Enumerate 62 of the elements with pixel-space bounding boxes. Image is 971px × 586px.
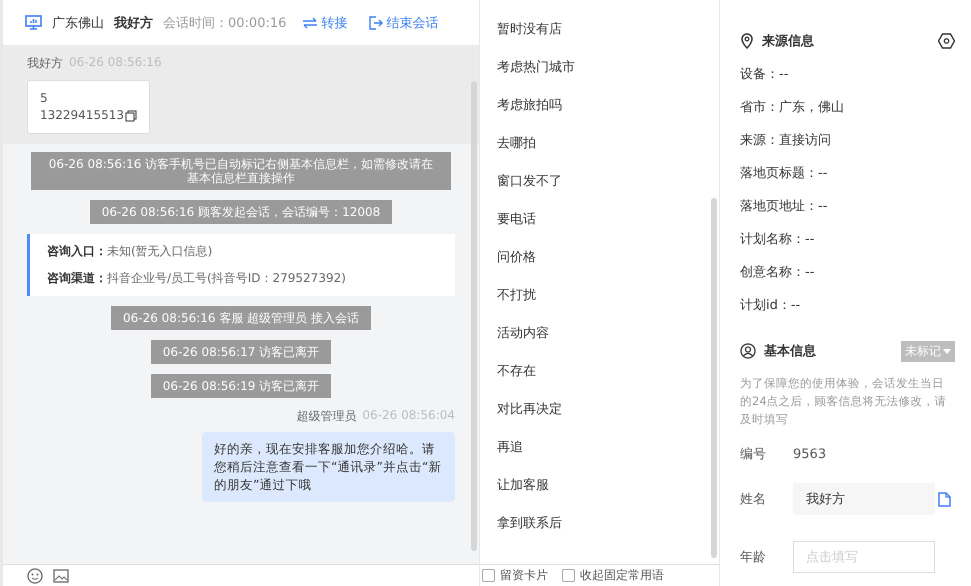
- input-field[interactable]: 我好方: [793, 483, 935, 515]
- visitor-location: 广东佛山: [52, 14, 104, 32]
- message-time: 06-26 08:56:04: [362, 408, 455, 424]
- entry-info-line: 咨询入口：未知(暂无入口信息): [47, 243, 214, 260]
- field-label: 年龄: [740, 549, 767, 566]
- transfer-button[interactable]: 转接: [302, 14, 348, 32]
- quick-reply-item[interactable]: 拿到联系后: [497, 514, 719, 552]
- quick-reply-item[interactable]: 活动内容: [497, 324, 719, 362]
- source-info-line: 计划名称：--: [740, 231, 816, 249]
- user-circle-icon: [740, 343, 756, 359]
- field-value: 9563: [793, 446, 826, 462]
- quick-reply-item[interactable]: 不存在: [497, 362, 719, 400]
- section-title: 基本信息: [764, 343, 817, 360]
- caret-icon: [943, 348, 951, 354]
- message-bubble: 5 13229415513: [27, 80, 150, 134]
- system-notice: 06-26 08:56:16 顾客发起会话，会话编号：12008: [90, 200, 392, 224]
- quick-reply-item[interactable]: 去哪拍: [497, 134, 719, 172]
- option-checkbox[interactable]: 收起固定常用语: [562, 567, 664, 584]
- emoji-icon[interactable]: [27, 568, 43, 584]
- scrollbar[interactable]: [711, 198, 717, 558]
- quick-reply-item[interactable]: 窗口发不了: [497, 172, 719, 210]
- monitor-icon: [25, 15, 42, 30]
- quick-reply-item[interactable]: 暂时没有店: [497, 20, 719, 58]
- source-info-line: 来源：直接访问: [740, 132, 832, 150]
- quick-reply-item[interactable]: 让加客服: [497, 476, 719, 514]
- copy-icon[interactable]: [124, 110, 137, 122]
- source-info-line: 落地页地址：--: [740, 198, 828, 216]
- system-notice: 06-26 08:56:19 访客已离开: [150, 374, 332, 398]
- quick-reply-item[interactable]: 不打扰: [497, 286, 719, 324]
- scrollbar[interactable]: [471, 81, 477, 551]
- source-info-line: 设备：--: [740, 66, 790, 84]
- source-info-line: 省市：广东，佛山: [740, 99, 845, 117]
- end-session-button[interactable]: 结束会话: [369, 14, 438, 32]
- system-notice: 06-26 08:56:17 访客已离开: [150, 340, 332, 364]
- field-label: 姓名: [740, 491, 767, 508]
- location-pin-icon: [740, 33, 754, 49]
- system-notice: 06-26 08:56:16 客服 超级管理员 接入会话: [110, 306, 372, 330]
- option-checkbox[interactable]: 留资卡片: [482, 567, 548, 584]
- notice-text: 为了保障您的使用体验，会话发生当日的24点之后，顾客信息将无法修改，请及时填写: [740, 375, 948, 428]
- quick-reply-item[interactable]: 问价格: [497, 248, 719, 286]
- sender-name: 我好方: [27, 55, 63, 72]
- exit-icon: [369, 16, 384, 30]
- document-icon[interactable]: [938, 492, 951, 506]
- quick-reply-item[interactable]: 再追: [497, 438, 719, 476]
- section-title: 来源信息: [762, 33, 815, 50]
- quick-reply-item[interactable]: 考虑旅拍吗: [497, 96, 719, 134]
- swap-arrows-icon: [302, 16, 318, 28]
- system-notice: 06-26 08:56:16 访客手机号已自动标记右侧基本信息栏，如需修改请在基本信息栏直接操作: [31, 152, 451, 190]
- quick-reply-item[interactable]: 对比再决定: [497, 400, 719, 438]
- field-label: 编号: [740, 446, 767, 463]
- source-info-line: 创意名称：--: [740, 264, 816, 282]
- entry-info-line: 咨询渠道：抖音企业号/员工号(抖音号ID：279527392): [47, 270, 347, 287]
- quick-reply-item[interactable]: 要电话: [497, 210, 719, 248]
- image-icon[interactable]: [53, 568, 69, 582]
- hexagon-settings-icon[interactable]: [938, 33, 955, 49]
- source-info-line: 落地页标题：--: [740, 165, 828, 183]
- visitor-name: 我好方: [114, 14, 153, 32]
- quick-reply-item[interactable]: 考虑热门城市: [497, 58, 719, 96]
- sender-name: 超级管理员: [296, 408, 356, 425]
- source-info-line: 计划id：--: [740, 297, 802, 315]
- message-bubble: 好的亲，现在安排客服加您介绍哈。请您稍后注意查看一下“通讯录”并点击“新的朋友”通过下哦: [202, 432, 455, 502]
- session-timer: 会话时间：00:00:16: [163, 14, 286, 32]
